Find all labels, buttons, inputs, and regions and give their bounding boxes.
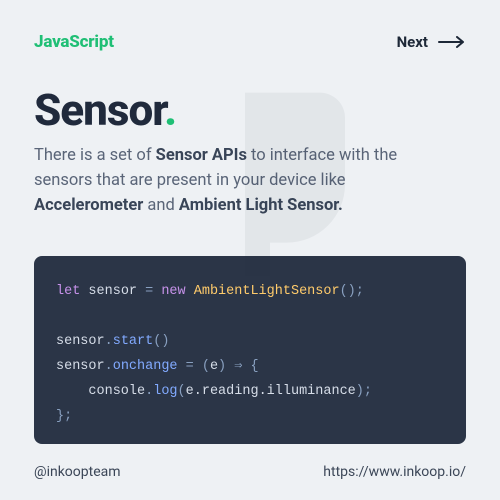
code-token: AmbientLightSensor [194, 284, 340, 299]
title-dot: . [164, 84, 176, 136]
code-token: onchange [113, 359, 178, 374]
code-token: e.reading.illuminance [186, 384, 356, 399]
code-token: () [153, 334, 169, 349]
page-title: Sensor. [34, 88, 466, 132]
topbar: JavaScript Next [34, 32, 466, 52]
code-token: . [105, 334, 113, 349]
desc-part: There is a set of [34, 146, 156, 165]
code-token [186, 284, 194, 299]
code-token: = ( [178, 359, 210, 374]
code-token: = [145, 284, 161, 299]
code-token: sensor [56, 334, 105, 349]
social-handle: @inkoopteam [34, 464, 121, 480]
arrow-right-icon [438, 36, 466, 48]
code-token: sensor [80, 284, 145, 299]
code-token: log [153, 384, 177, 399]
code-token: . [105, 359, 113, 374]
desc-part: and [143, 196, 179, 215]
footer: @inkoopteam https://www.inkoop.io/ [34, 444, 466, 480]
code-token: (); [340, 284, 364, 299]
code-token: e [210, 359, 218, 374]
desc-bold: Ambient Light Sensor. [179, 196, 343, 215]
next-link[interactable]: Next [397, 33, 466, 51]
title-text: Sensor [34, 84, 164, 136]
code-token: console [88, 384, 145, 399]
hero: Sensor. There is a set of Sensor APIs to… [34, 88, 466, 218]
code-token: start [113, 334, 154, 349]
desc-bold: Sensor APIs [156, 146, 247, 165]
site-url: https://www.inkoop.io/ [323, 464, 466, 480]
code-token: ) ⇒ { [218, 359, 259, 374]
code-token: sensor [56, 359, 105, 374]
code-token: }; [56, 409, 72, 424]
code-token: ( [178, 384, 186, 399]
brand-label: JavaScript [34, 32, 114, 52]
description: There is a set of Sensor APIs to interfa… [34, 144, 454, 218]
desc-bold: Accelerometer [34, 196, 143, 215]
code-token: new [161, 284, 185, 299]
code-block: let sensor = new AmbientLightSensor(); s… [34, 256, 466, 444]
code-token [56, 384, 88, 399]
code-token: let [56, 284, 80, 299]
code-token: ); [356, 384, 372, 399]
next-label: Next [397, 33, 428, 51]
